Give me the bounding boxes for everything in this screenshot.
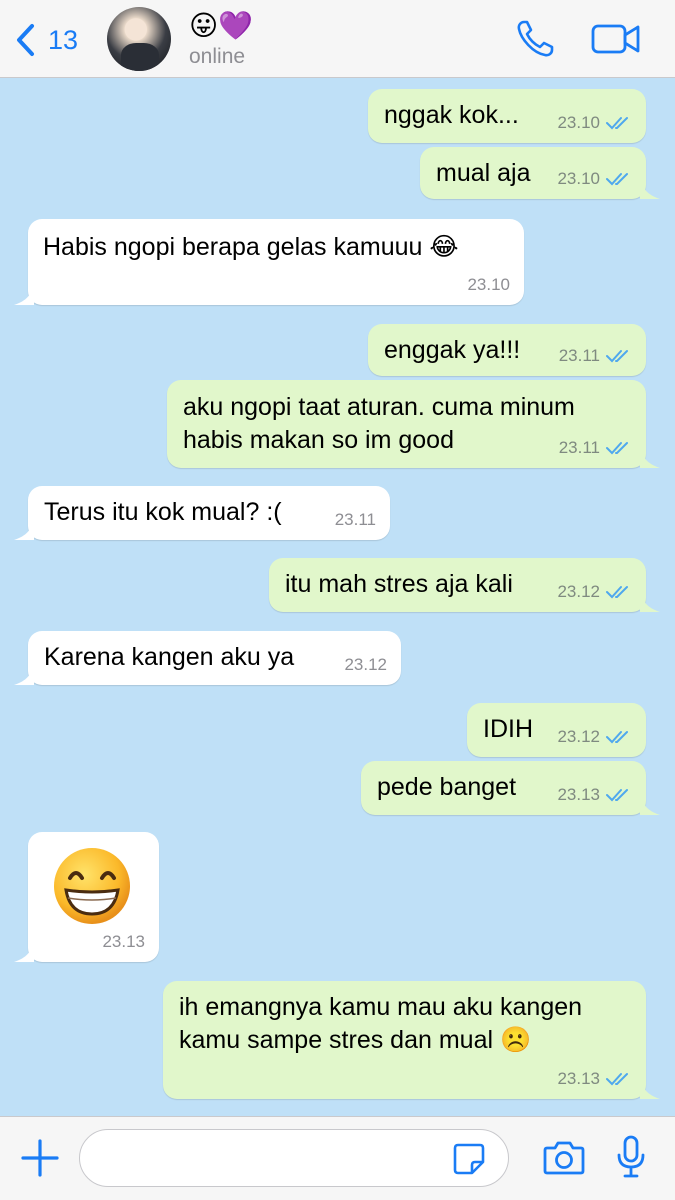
message-text: IDIH (483, 715, 533, 743)
message-list[interactable]: nggak kok... 23.10 mual aja 23.10 Habis … (0, 78, 675, 1116)
message-time: 23.10 (557, 169, 600, 188)
bubble-tail (14, 940, 34, 962)
read-ticks-icon (606, 586, 628, 599)
bubble-tail (640, 1077, 660, 1099)
message-text: Habis ngopi berapa gelas kamuuu 😂 (43, 233, 459, 261)
message-bubble-incoming[interactable]: Terus itu kok mual? :( 23.11 (14, 486, 390, 540)
message-bubble-incoming[interactable]: 23.13 (14, 832, 159, 962)
message-meta: 23.12 (557, 582, 632, 602)
message-time: 23.11 (334, 510, 376, 529)
contact-avatar[interactable] (107, 7, 171, 71)
message-meta: 23.11 (335, 510, 376, 530)
back-button[interactable]: 13 (14, 20, 78, 60)
message-bubble-outgoing[interactable]: itu mah stres aja kali 23.12 (269, 558, 660, 612)
message-bubble-outgoing[interactable]: ih emangnya kamu mau aku kangen kamu sam… (163, 981, 660, 1099)
bubble-tail (640, 793, 660, 815)
plus-icon[interactable] (21, 1139, 59, 1177)
microphone-icon[interactable] (615, 1135, 647, 1179)
message-time: 23.13 (557, 785, 600, 804)
unread-count: 13 (48, 24, 79, 55)
message-text: pede banget (377, 773, 517, 801)
chevron-left-icon (17, 24, 34, 56)
message-meta: 23.10 (557, 169, 632, 189)
message-bubble-outgoing[interactable]: nggak kok... 23.10 (368, 89, 646, 143)
message-meta: 23.10 (557, 113, 632, 133)
bubble-tail (14, 518, 34, 540)
bubble-tail (640, 177, 660, 199)
message-input[interactable] (79, 1129, 509, 1187)
message-time: 23.12 (557, 582, 600, 601)
contact-name[interactable]: 😛💜 (189, 8, 253, 44)
message-time: 23.10 (467, 275, 510, 294)
message-text-line: kamu sampe stres dan mual ☹️ (179, 1026, 532, 1054)
message-meta: 23.11 (559, 346, 632, 366)
message-text: mual aja (436, 159, 531, 187)
message-meta: 23.13 (557, 785, 632, 805)
message-text-line: habis makan so im good (183, 426, 454, 454)
camera-icon[interactable] (543, 1139, 585, 1175)
message-bubble-incoming[interactable]: Habis ngopi berapa gelas kamuuu 😂 23.10 (14, 219, 524, 305)
message-bubble-outgoing[interactable]: aku ngopi taat aturan. cuma minum habis … (167, 380, 660, 468)
bubble-tail (640, 446, 660, 468)
message-bubble-outgoing[interactable]: pede banget 23.13 (361, 761, 660, 815)
read-ticks-icon (606, 731, 628, 744)
message-bubble-incoming[interactable]: Karena kangen aku ya 23.12 (14, 631, 401, 685)
message-bubble-outgoing[interactable]: IDIH 23.12 (467, 703, 646, 757)
message-meta: 23.12 (344, 655, 387, 675)
contact-status: online (189, 45, 246, 68)
message-text: nggak kok... (384, 101, 519, 129)
message-meta: 23.10 (467, 275, 510, 295)
message-meta: 23.11 (559, 438, 632, 458)
message-time: 23.11 (558, 438, 600, 457)
message-text-line: aku ngopi taat aturan. cuma minum (183, 393, 575, 421)
message-meta: 23.13 (557, 1069, 632, 1089)
message-bubble-outgoing[interactable]: enggak ya!!! 23.11 (368, 324, 646, 376)
read-ticks-icon (606, 442, 628, 455)
message-time: 23.13 (102, 932, 145, 951)
read-ticks-icon (606, 117, 628, 130)
message-meta: 23.13 (102, 932, 145, 952)
phone-icon[interactable] (515, 19, 555, 59)
message-bubble-outgoing[interactable]: mual aja 23.10 (420, 147, 660, 199)
message-time: 23.13 (557, 1069, 600, 1088)
message-time: 23.11 (558, 346, 600, 365)
read-ticks-icon (606, 1073, 628, 1086)
message-text: Terus itu kok mual? :( (44, 498, 282, 526)
bubble-tail (640, 590, 660, 612)
message-text: Karena kangen aku ya (44, 643, 295, 671)
message-time: 23.10 (557, 113, 600, 132)
message-meta: 23.12 (557, 727, 632, 747)
message-text: itu mah stres aja kali (285, 570, 513, 598)
message-time: 23.12 (557, 727, 600, 746)
message-text-line: ih emangnya kamu mau aku kangen (179, 993, 583, 1021)
message-composer (0, 1116, 675, 1200)
chat-header: 13 😛💜 online (0, 0, 675, 78)
read-ticks-icon (606, 173, 628, 186)
bubble-tail (14, 283, 34, 305)
sticker-icon[interactable] (452, 1142, 486, 1176)
message-text: enggak ya!!! (384, 336, 521, 364)
message-time: 23.12 (344, 655, 387, 674)
grinning-emoji-sticker (54, 848, 130, 924)
bubble-tail (14, 663, 34, 685)
read-ticks-icon (606, 350, 628, 363)
read-ticks-icon (606, 789, 628, 802)
video-camera-icon[interactable] (591, 22, 641, 56)
